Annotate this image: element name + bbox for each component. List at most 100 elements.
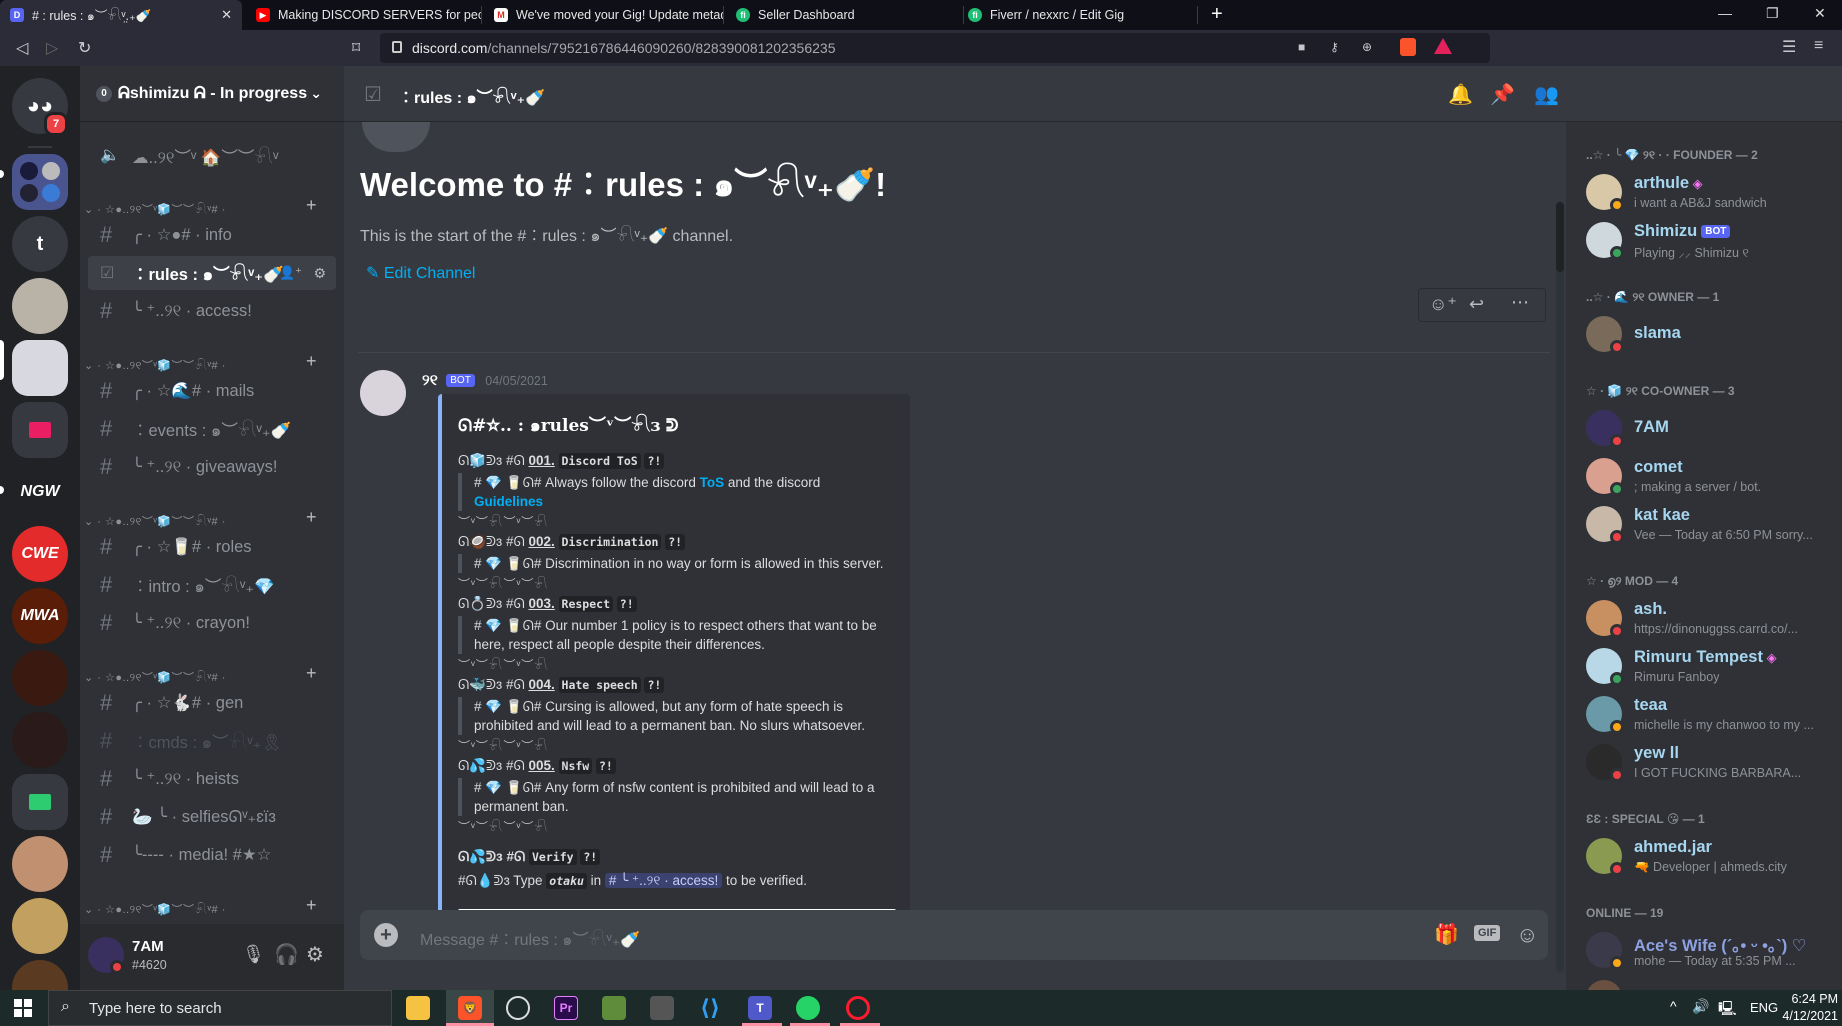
headphones-icon[interactable]: 🎧 xyxy=(274,942,299,967)
author-name[interactable]: ୨୧ xyxy=(422,372,438,389)
member-item[interactable]: teaa michelle is my chanwoo to my ... xyxy=(1586,692,1826,738)
new-tab-button[interactable]: + xyxy=(1211,3,1223,26)
server-ngw[interactable]: NGW xyxy=(12,464,68,520)
whatsapp-icon[interactable] xyxy=(796,996,820,1020)
key-icon[interactable]: ⚷ xyxy=(1330,40,1339,54)
server-folder[interactable] xyxy=(12,154,68,210)
avatar[interactable] xyxy=(360,370,406,416)
bookmark-icon[interactable]: ⌑ xyxy=(352,38,360,58)
member-item[interactable]: Ace's Wife (´｡• ᵕ •｡`) ♡ mohe — Today at … xyxy=(1586,928,1826,974)
channel-events[interactable]: # ︰events : ๑︶𓍯ᵛ₊🍼 xyxy=(88,412,336,446)
server-shimizu[interactable] xyxy=(12,340,68,396)
member-item[interactable]: Shimizu BOT Playing ⸝⸝ Shimizu ୧ xyxy=(1586,218,1826,264)
more-icon[interactable]: ⋯ xyxy=(1511,292,1529,313)
brave-icon[interactable]: 🦁 xyxy=(458,996,482,1020)
member-item[interactable]: yew ll I GOT FUCKING BARBARA... xyxy=(1586,740,1826,786)
member-item[interactable]: slama xyxy=(1586,312,1826,358)
server-mwa[interactable]: MWA xyxy=(12,588,68,644)
server-folder-pink[interactable] xyxy=(12,402,68,458)
channel-access[interactable]: # ╰ ⁺..୨୧ · access! xyxy=(88,294,336,328)
channel-roles[interactable]: # ╭ · ☆🥛# · roles xyxy=(88,530,336,564)
close-window-button[interactable]: ✕ xyxy=(1814,5,1826,22)
back-button[interactable]: ◁ xyxy=(16,38,28,58)
category-1[interactable]: ⌄ · ☆●..୨୧︶ᵛ🧊︶︶𓍯ᵛ# · + xyxy=(84,195,317,217)
channel-heists[interactable]: # ╰ ⁺..୨୧ · heists xyxy=(88,762,336,796)
member-item[interactable]: ahmed.jar 🔫 Developer | ahmeds.city xyxy=(1586,834,1826,880)
channel-selfies[interactable]: # 🦢 ╰ · selfiesᘏᵛ₊ɛïɜ xyxy=(88,800,336,834)
message-composer[interactable]: + Message #︰rules : ๑︶𓍯ᵛ₊🍼 🎁 GIF ☺ xyxy=(360,910,1548,960)
server-avatar[interactable] xyxy=(12,650,68,706)
category-2[interactable]: ⌄ · ☆●..୨୧︶ᵛ🧊︶︶𓍯ᵛ# · + xyxy=(84,351,317,373)
category-4[interactable]: ⌄ · ☆●..୨୧︶ᵛ🧊︶︶𓍯ᵛ# · + xyxy=(84,663,317,685)
tos-link[interactable]: ToS xyxy=(700,475,725,490)
category-3[interactable]: ⌄ · ☆●..୨୧︶ᵛ🧊︶︶𓍯ᵛ# · + xyxy=(84,507,317,529)
premiere-pro-icon[interactable]: Pr xyxy=(554,996,578,1020)
create-channel-icon[interactable]: + xyxy=(306,895,317,916)
minecraft-icon[interactable] xyxy=(602,996,626,1020)
clock-date[interactable]: 4/12/2021 xyxy=(1774,1009,1838,1023)
chevron-up-icon[interactable]: ^ xyxy=(1670,998,1677,1014)
member-item[interactable]: arthule ◈ i want a AB&J sandwich xyxy=(1586,170,1826,216)
category-5[interactable]: ⌄ · ☆●..୨୧︶ᵛ🧊︶︶𓍯ᵛ# · + xyxy=(84,895,317,917)
channel-giveaways[interactable]: # ╰ ⁺..୨୧ · giveaways! xyxy=(88,450,336,484)
app-icon[interactable] xyxy=(650,996,674,1020)
opera-icon[interactable] xyxy=(846,996,870,1020)
member-item[interactable]: 7AM xyxy=(1586,406,1826,452)
member-item[interactable]: ash. https://dinonuggss.carrd.co/... xyxy=(1586,596,1826,642)
tab-gmail[interactable]: M We've moved your Gig! Update metad xyxy=(484,0,724,30)
channel-rules[interactable]: ☑ ︰rules : ๑︶𓍯ᵛ₊🍼 👤⁺ ⚙ xyxy=(88,256,336,290)
settings-gear-icon[interactable]: ⚙ xyxy=(306,942,324,967)
taskbar-search[interactable]: ⌕ Type here to search xyxy=(48,990,392,1026)
tab-discord-rules[interactable]: D # : rules : ๑︶𓍯ᵛ̤.₊🍼 ✕ xyxy=(0,0,242,30)
create-channel-icon[interactable]: + xyxy=(306,351,317,372)
create-channel-icon[interactable]: + xyxy=(306,507,317,528)
member-item[interactable]: Rimuru Tempest ◈ Rimuru Fanboy xyxy=(1586,644,1826,690)
create-channel-icon[interactable]: + xyxy=(306,195,317,216)
close-tab-icon[interactable]: ✕ xyxy=(221,7,232,23)
teams-icon[interactable]: T xyxy=(748,996,772,1020)
server-t[interactable]: t xyxy=(12,216,68,272)
minimize-button[interactable]: — xyxy=(1718,5,1732,21)
playlist-icon[interactable]: ☰ xyxy=(1782,37,1796,57)
vscode-icon[interactable]: ⟨⟩ xyxy=(698,995,722,1020)
file-explorer-icon[interactable] xyxy=(406,996,430,1020)
channel-media[interactable]: # ╰---- · media! #★☆ xyxy=(88,838,336,872)
tab-youtube[interactable]: ▶ Making DISCORD SERVERS for people xyxy=(246,0,482,30)
zoom-icon[interactable]: ⊕ xyxy=(1362,40,1372,54)
create-channel-icon[interactable]: + xyxy=(306,663,317,684)
server-avatar[interactable] xyxy=(12,836,68,892)
camera-icon[interactable]: ■ xyxy=(1298,40,1305,54)
member-item[interactable]: kat kae Vee — Today at 6:50 PM sorry... xyxy=(1586,502,1826,548)
windows-start-icon[interactable] xyxy=(14,999,32,1017)
menu-icon[interactable]: ≡ xyxy=(1814,37,1823,55)
gift-icon[interactable]: 🎁 xyxy=(1434,922,1459,947)
channel-mention[interactable]: # ╰ ⁺..୨୧ · access! xyxy=(604,873,723,888)
tab-seller-dashboard[interactable]: fi Seller Dashboard xyxy=(726,0,964,30)
scrollbar[interactable] xyxy=(1556,202,1564,972)
pin-icon[interactable]: 📌 xyxy=(1490,82,1515,107)
upload-plus-icon[interactable]: + xyxy=(374,923,398,947)
channel-info[interactable]: # ╭ · ☆●# · info xyxy=(88,218,336,252)
gif-button[interactable]: GIF xyxy=(1474,925,1501,941)
guidelines-link[interactable]: Guidelines xyxy=(474,494,543,509)
voice-channel[interactable]: 🔈 ☁︎..୨୧︶ᵛ 🏠︶︶𓍯ᵛ xyxy=(88,138,336,172)
obs-icon[interactable] xyxy=(506,996,530,1020)
scrollbar-thumb[interactable] xyxy=(1556,202,1564,272)
gear-icon[interactable]: ⚙ xyxy=(313,265,326,282)
server-avatar[interactable] xyxy=(12,898,68,954)
brave-rewards-icon[interactable] xyxy=(1434,38,1452,54)
channel-mails[interactable]: # ╭ · ☆🌊# · mails xyxy=(88,374,336,408)
microphone-icon[interactable]: 🎙 xyxy=(242,944,265,965)
forward-button[interactable]: ▷ xyxy=(46,38,58,58)
bell-icon[interactable]: 🔔 xyxy=(1448,82,1473,107)
clock-time[interactable]: 6:24 PM xyxy=(1788,992,1838,1006)
member-item[interactable]: comet ; making a server / bot. xyxy=(1586,454,1826,500)
server-folder-green[interactable] xyxy=(12,774,68,830)
add-reaction-icon[interactable]: ☺⁺ xyxy=(1429,294,1457,315)
channel-crayon[interactable]: # ╰ ⁺..୨୧ · crayon! xyxy=(88,606,336,640)
emoji-icon[interactable]: ☺ xyxy=(1516,922,1538,948)
server-avatar[interactable] xyxy=(12,278,68,334)
channel-cmds[interactable]: # ︰cmds : ๑︶𓍯ᵛ₊🎗 xyxy=(88,724,336,758)
url-field[interactable]: discord.com/channels/795216786446090260/… xyxy=(380,33,1490,63)
brave-shield-icon[interactable] xyxy=(1400,38,1416,56)
